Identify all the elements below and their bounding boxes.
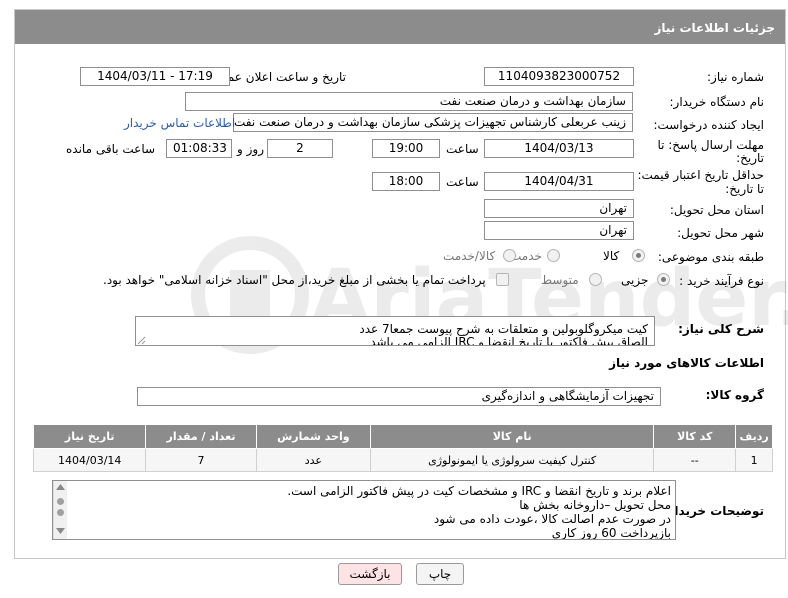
category-option-goods-service: کالا/خدمت <box>443 249 496 263</box>
col-unit: واحد شمارش <box>255 424 372 449</box>
cell-unit: عدد <box>255 448 372 472</box>
notes-scrollbar[interactable] <box>53 481 67 539</box>
category-radio-goods-service[interactable] <box>503 249 516 262</box>
process-option-minor: جزیی <box>621 273 649 287</box>
price-validity-label: حداقل تاریخ اعتبار قیمت: <box>637 168 764 182</box>
table-row[interactable]: 1 -- کنترل کیفیت سرولوژی یا ایمونولوژی ع… <box>32 448 773 472</box>
buyer-notes-box[interactable]: اعلام برند و تاریخ انقضا و IRC و مشخصات … <box>52 480 676 540</box>
price-validity-time-field: 18:00 <box>372 172 440 191</box>
cell-row: 1 <box>735 448 773 472</box>
process-radio-medium[interactable] <box>589 273 602 286</box>
price-validity-label-2: تا تاریخ: <box>725 182 764 196</box>
buyer-contact-link[interactable]: اطلاعات تماس خریدار <box>124 116 235 130</box>
process-option-medium: متوسط <box>541 273 579 287</box>
delivery-province-field: تهران <box>484 199 634 218</box>
notes-line-4: بازپرداخت 60 روز کاری <box>551 526 671 540</box>
purchase-process-label: نوع فرآیند خرید : <box>679 274 764 288</box>
reply-time-label: ساعت <box>446 142 479 156</box>
scroll-thumb-icon[interactable] <box>57 498 64 505</box>
scroll-thumb-icon-2 <box>57 509 64 516</box>
process-radio-minor[interactable] <box>657 273 670 286</box>
requester-field: زینب عربعلی کارشناس تجهیزات پزشکی سازمان… <box>233 113 633 132</box>
remaining-time-field: 01:08:33 <box>166 139 232 158</box>
category-label: طبقه بندی موضوعی: <box>657 250 764 264</box>
need-number-field: 1104093823000752 <box>484 67 634 86</box>
price-validity-date-field: 1404/04/31 <box>484 172 634 191</box>
panel-title: جزئیات اطلاعات نیاز <box>15 10 785 44</box>
cell-date: 1404/03/14 <box>32 448 147 472</box>
general-description-box: کیت میکروگلوبولین و متعلقات به شرح پیوست… <box>135 316 655 346</box>
goods-section-title: اطلاعات کالاهای مورد نیاز <box>609 356 764 370</box>
goods-table-header: ردیف کد کالا نام کالا واحد شمارش تعداد /… <box>32 424 773 449</box>
goods-group-field: تجهیزات آزمایشگاهی و اندازه‌گیری <box>137 387 661 406</box>
reply-deadline-time-field: 19:00 <box>372 139 440 158</box>
requester-label: ایجاد کننده درخواست: <box>653 118 764 132</box>
buyer-org-label: نام دستگاه خریدار: <box>669 95 765 109</box>
notes-line-2: محل تحویل –داروخانه بخش ها <box>519 498 671 512</box>
back-button[interactable]: بازگشت <box>338 563 402 585</box>
cell-qty: 7 <box>145 448 257 472</box>
col-row: ردیف <box>735 424 773 449</box>
reply-deadline-label-2: تاریخ: <box>736 151 764 165</box>
notes-line-1: اعلام برند و تاریخ انقضا و IRC و مشخصات … <box>287 484 671 498</box>
buyer-org-field: سازمان بهداشت و درمان صنعت نفت <box>185 92 633 111</box>
price-validity-time-label: ساعت <box>446 175 479 189</box>
col-code: کد کالا <box>653 424 737 449</box>
cell-code: -- <box>653 448 737 472</box>
category-radio-service[interactable] <box>547 249 560 262</box>
remaining-days-field: 2 <box>267 139 333 158</box>
delivery-city-label: شهر محل تحویل: <box>677 226 764 240</box>
announce-datetime-field: 1404/03/11 - 17:19 <box>80 67 230 86</box>
remaining-time-label: ساعت باقی مانده <box>66 142 156 156</box>
notes-line-3: در صورت عدم اصالت کالا ،عودت داده می شود <box>433 512 671 526</box>
category-radio-goods[interactable] <box>632 249 645 262</box>
delivery-city-field: تهران <box>484 221 634 240</box>
delivery-province-label: استان محل تحویل: <box>669 203 764 217</box>
description-line-2: الصاق پیش فاکتور با تاریخ انقضا و IRC ال… <box>370 335 648 346</box>
cell-name: کنترل کیفیت سرولوژی یا ایمونولوژی <box>370 448 655 472</box>
col-qty: تعداد / مقدار <box>145 424 257 449</box>
scroll-up-icon[interactable] <box>56 484 65 490</box>
reply-deadline-date-field: 1404/03/13 <box>484 139 634 158</box>
resize-grip-icon[interactable] <box>137 336 146 345</box>
reply-deadline-label: مهلت ارسال پاسخ: تا <box>657 138 764 152</box>
col-name: نام کالا <box>370 424 655 449</box>
category-option-goods: کالا <box>603 249 620 263</box>
goods-table: ردیف کد کالا نام کالا واحد شمارش تعداد /… <box>32 424 773 472</box>
need-number-label: شماره نیاز: <box>707 70 764 84</box>
print-button[interactable]: چاپ <box>416 563 464 585</box>
col-date: تاریخ نیاز <box>32 424 147 449</box>
general-description-label: شرح کلی نیاز: <box>678 322 764 336</box>
buyer-notes-label: توضیحات خریدار: <box>662 504 764 518</box>
treasury-payment-note: پرداخت تمام یا بخشی از مبلغ خرید،از محل … <box>103 273 486 287</box>
treasury-payment-checkbox[interactable] <box>496 273 509 286</box>
days-label: روز و <box>237 142 264 156</box>
scroll-down-icon[interactable] <box>56 528 65 534</box>
goods-group-label: گروه کالا: <box>705 388 764 402</box>
